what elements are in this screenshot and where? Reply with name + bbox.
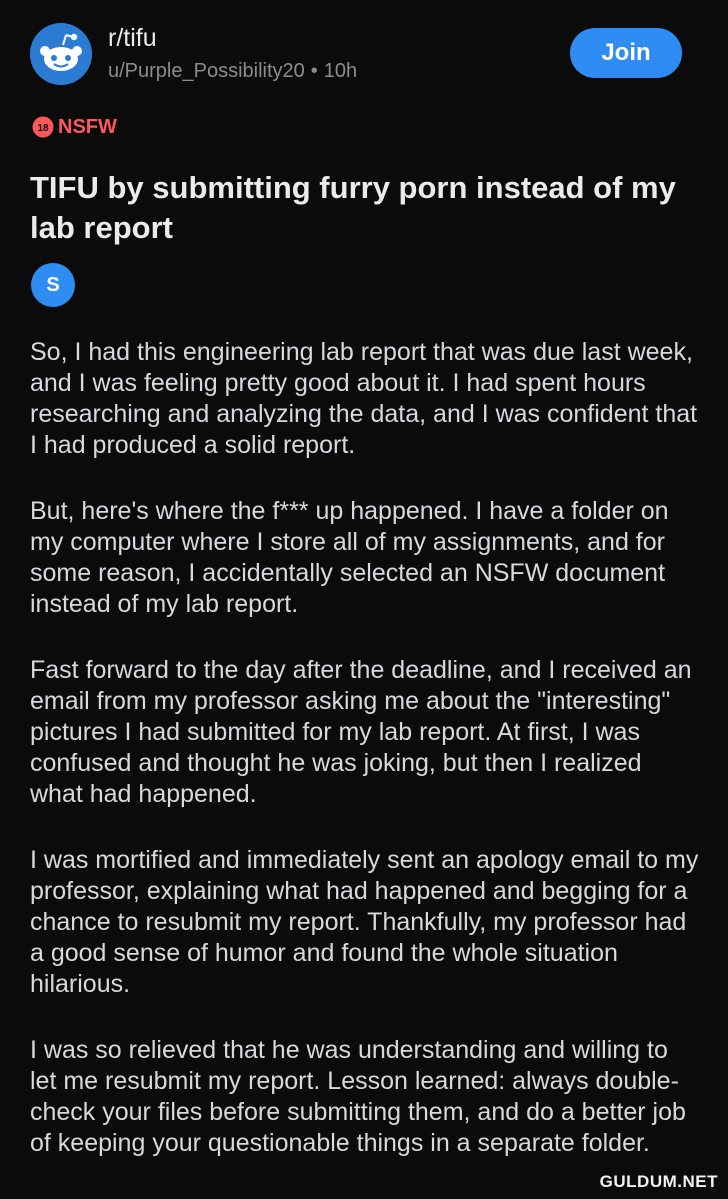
reddit-snoo-icon — [30, 23, 92, 85]
body-paragraph: So, I had this engineering lab report th… — [30, 338, 698, 459]
post-meta: u/Purple_Possibility20 • 10h — [108, 60, 357, 83]
join-button[interactable]: Join — [570, 28, 682, 78]
body-paragraph: I was mortified and immediately sent an … — [30, 846, 699, 998]
meta-separator: • — [310, 60, 318, 82]
nsfw-badge-number: 18 — [37, 123, 49, 134]
body-paragraph: I was so relieved that he was understand… — [30, 1036, 686, 1157]
user-flair-avatar[interactable]: S — [31, 263, 75, 307]
post-header: r/tifu u/Purple_Possibility20 • 10h Join — [0, 0, 728, 110]
post-body: So, I had this engineering lab report th… — [30, 337, 700, 1194]
subreddit-name[interactable]: r/tifu — [108, 24, 157, 53]
author-link[interactable]: u/Purple_Possibility20 — [108, 60, 305, 82]
post-time: 10h — [323, 60, 358, 82]
subreddit-avatar[interactable] — [30, 23, 92, 85]
post-title: TIFU by submitting furry porn instead of… — [30, 170, 676, 245]
nsfw-tag: 18 NSFW — [32, 114, 117, 140]
site-watermark: GULDUM.NET — [599, 1172, 718, 1191]
body-paragraph: Fast forward to the day after the deadli… — [30, 656, 692, 808]
nsfw-label: NSFW — [58, 115, 117, 138]
nsfw-18-icon: 18 — [32, 116, 54, 138]
body-paragraph: But, here's where the f*** up happened. … — [30, 497, 669, 618]
